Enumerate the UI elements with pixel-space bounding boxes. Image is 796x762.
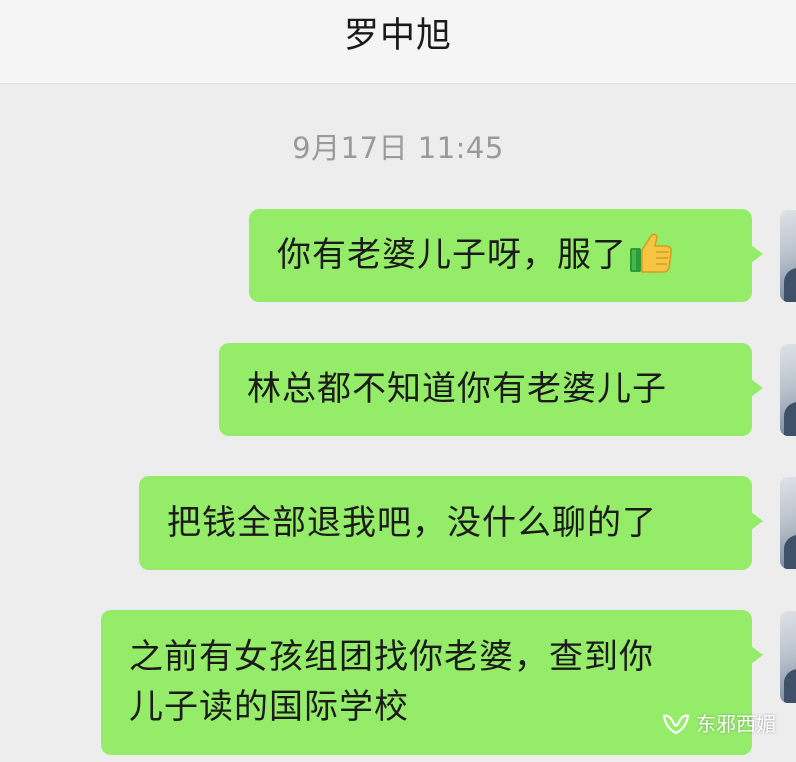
avatar[interactable]: [780, 210, 796, 302]
message-bubble[interactable]: 把钱全部退我吧，没什么聊的了: [139, 476, 763, 570]
thumbs-up-icon: [629, 232, 673, 274]
wechat-channel-icon: [662, 712, 690, 736]
message-text: 你有老婆儿子呀，服了: [277, 235, 627, 275]
message-bubble[interactable]: 林总都不知道你有老婆儿子: [219, 343, 763, 436]
chat-header: 罗中旭: [0, 0, 796, 84]
watermark-text: 东邪西媚: [696, 712, 776, 736]
avatar[interactable]: [780, 477, 796, 569]
message-bubble[interactable]: 之前有女孩组团找你老婆，查到你 儿子读的国际学校: [101, 610, 763, 755]
message-timestamp: 9月17日 11:45: [292, 131, 504, 165]
contact-name[interactable]: 罗中旭: [0, 12, 796, 60]
message-text: 把钱全部退我吧，没什么聊的了: [167, 503, 657, 543]
message-text: 林总都不知道你有老婆儿子: [247, 369, 667, 409]
message-bubble[interactable]: 你有老婆儿子呀，服了: [249, 209, 763, 302]
message-text-line: 之前有女孩组团找你老婆，查到你: [129, 637, 654, 677]
avatar[interactable]: [780, 611, 796, 703]
avatar[interactable]: [780, 344, 796, 436]
message-text-line: 儿子读的国际学校: [129, 687, 409, 727]
watermark: 东邪西媚: [662, 710, 776, 738]
